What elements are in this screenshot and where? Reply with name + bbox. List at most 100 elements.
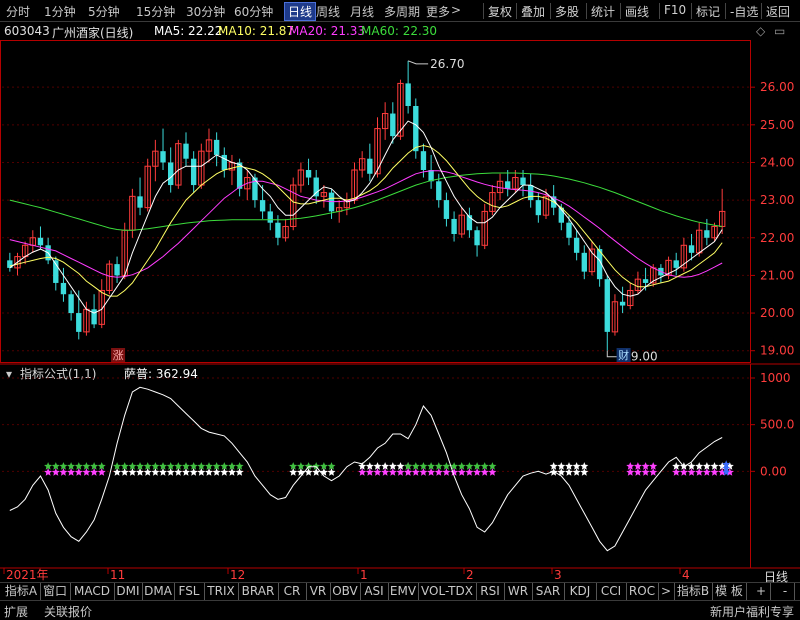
signal-star	[82, 468, 91, 476]
signal-star	[90, 468, 99, 476]
signal-star	[565, 468, 573, 476]
toolbar-separator	[516, 3, 517, 19]
toolbar-separator	[620, 3, 621, 19]
tab-22[interactable]: 模 板	[712, 583, 747, 600]
signal-star	[687, 468, 696, 476]
tab-2[interactable]: MACD	[70, 583, 115, 600]
toolbar-right-item-7[interactable]: -自选	[730, 3, 758, 20]
toolbar-separator	[725, 3, 726, 19]
toolbar-right-item-6[interactable]: 标记	[696, 3, 720, 20]
signal-star	[695, 468, 704, 476]
stock-code: 603043	[4, 24, 50, 38]
signal-star	[197, 468, 206, 476]
candle-body	[60, 282, 67, 295]
tab-15[interactable]: WR	[504, 583, 533, 600]
tab-5[interactable]: FSL	[174, 583, 205, 600]
toolbar-right-item-5[interactable]: F10	[664, 3, 686, 17]
price-tick-label: 19.00	[760, 344, 794, 358]
signal-star	[120, 468, 129, 476]
candle-body	[428, 170, 434, 182]
expand-button[interactable]: 扩展	[4, 603, 28, 620]
toolbar-right-item-4[interactable]: 画线	[625, 3, 649, 20]
candle-body	[168, 162, 174, 186]
tab-13[interactable]: VOL-TDX	[418, 583, 477, 600]
tab-4[interactable]: DMA	[142, 583, 175, 600]
top-toolbar: 分时 1分钟 5分钟 15分钟 30分钟 60分钟 日线 周线 月线 多周期 更多 > 复权 叠加 多股 统计…	[0, 0, 800, 22]
signal-star	[151, 468, 160, 476]
indicator-dropdown-icon[interactable]: ▾	[6, 367, 12, 381]
signal-star	[67, 468, 76, 476]
tab-1[interactable]: 窗口	[40, 583, 71, 600]
tab-8[interactable]: CR	[278, 583, 307, 600]
marker-cai: 财	[618, 348, 629, 362]
tab-19[interactable]: ROC	[626, 583, 659, 600]
tab-3[interactable]: DMI	[114, 583, 143, 600]
ma60-label: MA60: 22.30	[361, 24, 438, 38]
time-axis-label: 12	[230, 568, 245, 582]
toolbar-separator	[659, 3, 660, 19]
tab-17[interactable]: KDJ	[564, 583, 597, 600]
tab-7[interactable]: BRAR	[238, 583, 279, 600]
tab-25[interactable]: 日线	[754, 569, 798, 586]
tab-9[interactable]: VR	[306, 583, 331, 600]
promo-link[interactable]: 新用户福利专享	[710, 603, 794, 620]
ma20-label: MA20: 21.33	[289, 24, 366, 38]
candle-body	[221, 154, 227, 170]
toolbar-right-item-2[interactable]: 多股	[555, 3, 579, 20]
collapse-icon[interactable]: ▭	[774, 24, 785, 38]
linked-quote-button[interactable]: 关联报价	[44, 603, 92, 620]
signal-star	[327, 468, 336, 476]
toolbar-separator	[550, 3, 551, 19]
signal-star	[710, 468, 719, 476]
signal-star	[626, 468, 635, 476]
candle-body	[405, 83, 411, 106]
signal-star	[396, 468, 405, 476]
tab-21[interactable]: 指标B	[674, 583, 713, 600]
signal-star	[212, 468, 221, 476]
toolbar-item-2[interactable]: 5分钟	[88, 3, 120, 20]
ma5-line	[9, 120, 723, 314]
toolbar-item-0[interactable]: 分时	[6, 3, 30, 20]
toolbar-separator	[761, 3, 762, 19]
diamond-icon[interactable]: ◇	[756, 24, 765, 38]
time-axis-label: 11	[110, 568, 125, 582]
tab-6[interactable]: TRIX	[204, 583, 239, 600]
tab-12[interactable]: EMV	[388, 583, 419, 600]
toolbar-item-6[interactable]: 日线	[284, 2, 317, 21]
toolbar-item-4[interactable]: 30分钟	[186, 3, 225, 20]
toolbar-right-item-0[interactable]: 复权	[488, 3, 512, 20]
more-arrow-icon[interactable]: >	[451, 3, 461, 17]
toolbar-item-9[interactable]: 多周期	[384, 3, 420, 20]
toolbar-right-item-8[interactable]: 返回	[766, 3, 790, 20]
toolbar-item-7[interactable]: 周线	[316, 3, 340, 20]
tab-11[interactable]: ASI	[360, 583, 389, 600]
tab-20[interactable]: >	[658, 583, 675, 600]
candle-body	[443, 200, 450, 219]
candle-body	[528, 185, 534, 201]
candle-body	[604, 279, 610, 332]
toolbar-right-item-3[interactable]: 统计	[591, 3, 615, 20]
toolbar-item-1[interactable]: 1分钟	[44, 3, 76, 20]
tab-16[interactable]: SAR	[532, 583, 565, 600]
signal-star	[220, 468, 229, 476]
candle-body	[436, 181, 442, 201]
chart-area[interactable]: 19.0020.0021.0022.0023.0024.0025.0026.00…	[0, 40, 800, 582]
tab-0[interactable]: 指标A	[2, 583, 41, 600]
candle-body	[420, 151, 427, 170]
candle-body	[535, 200, 542, 216]
signal-star	[488, 468, 497, 476]
tab-14[interactable]: RSI	[476, 583, 505, 600]
toolbar-right-item-1[interactable]: 叠加	[521, 3, 545, 20]
price-tick-label: 25.00	[760, 118, 794, 132]
toolbar-item-10[interactable]: 更多	[426, 3, 450, 20]
signal-star	[580, 468, 589, 476]
stock-name[interactable]: 广州酒家(日线)	[52, 24, 133, 41]
toolbar-item-8[interactable]: 月线	[350, 3, 374, 20]
signal-star	[44, 468, 53, 476]
tab-10[interactable]: OBV	[330, 583, 361, 600]
toolbar-item-5[interactable]: 60分钟	[234, 3, 273, 20]
tab-18[interactable]: CCI	[596, 583, 627, 600]
signal-star	[174, 468, 183, 476]
signal-star	[373, 468, 382, 476]
toolbar-item-3[interactable]: 15分钟	[136, 3, 175, 20]
